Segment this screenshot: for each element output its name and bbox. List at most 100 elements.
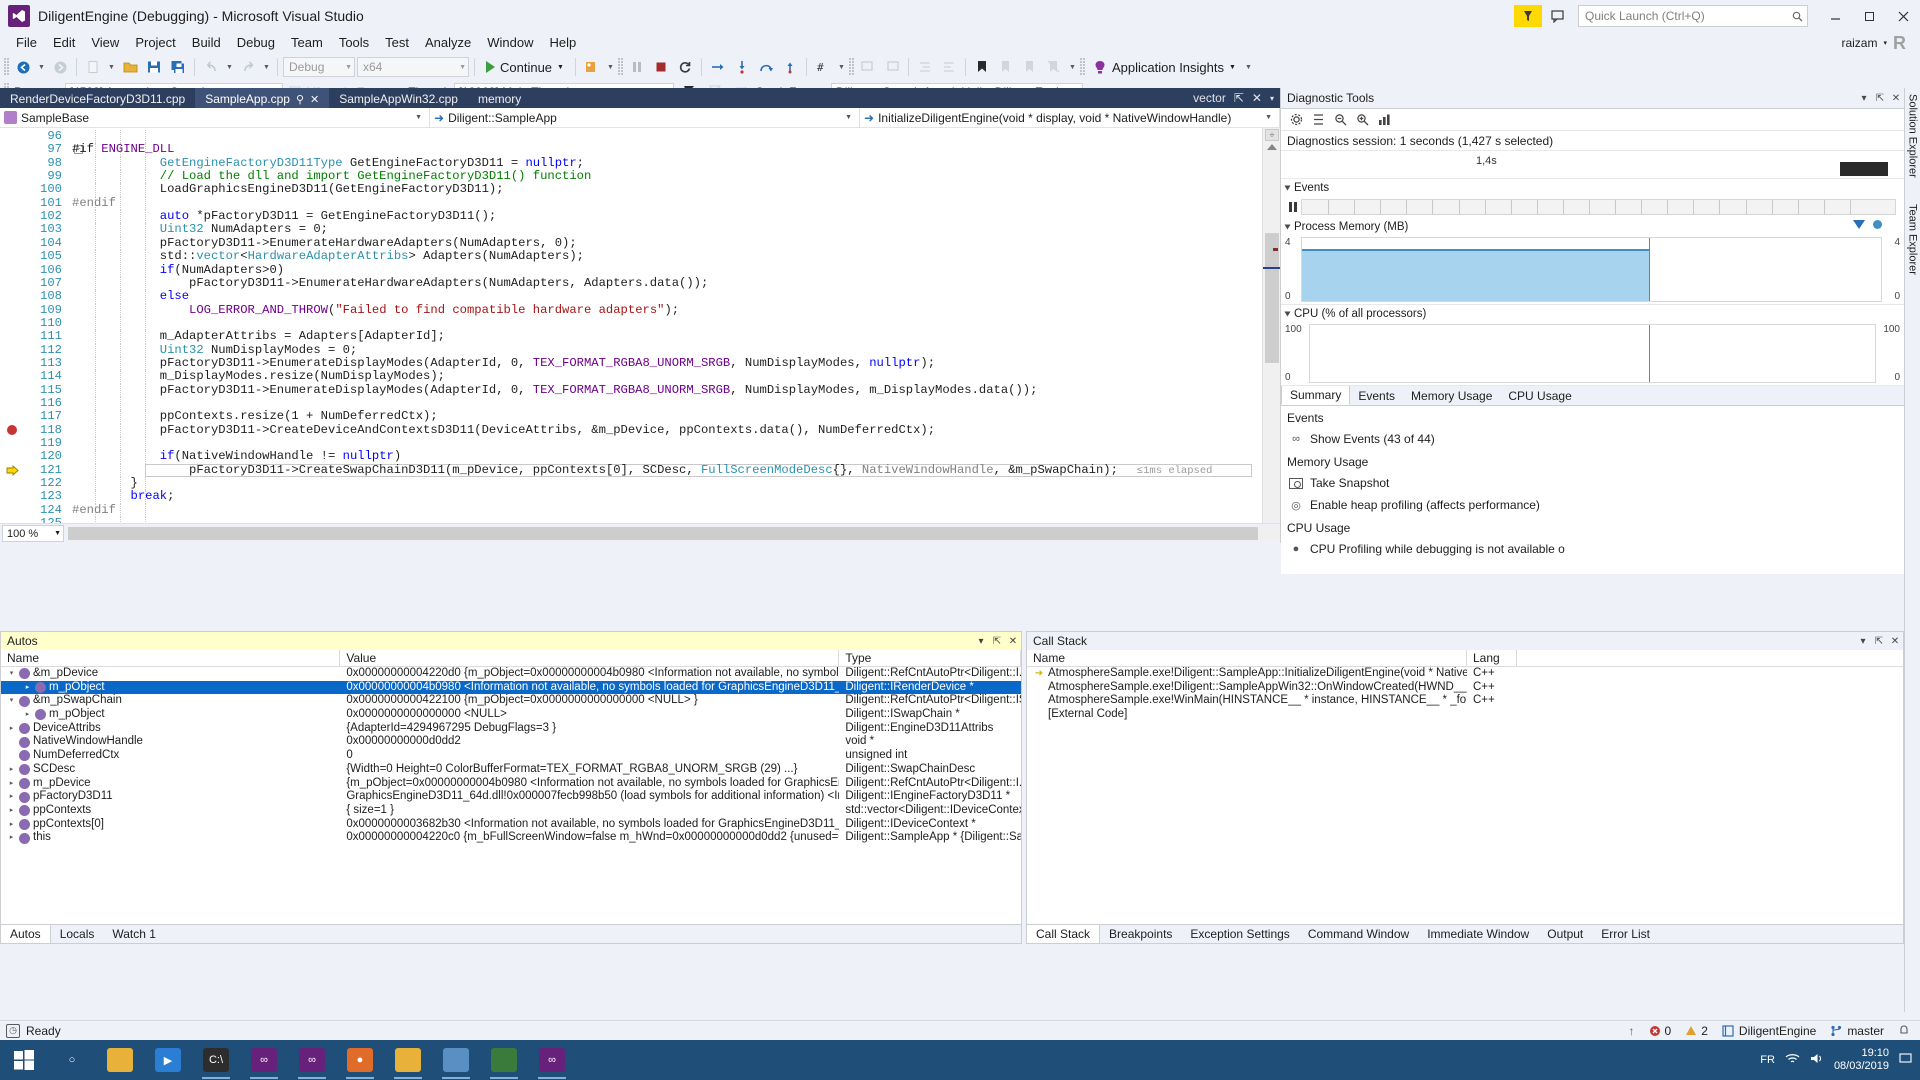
menu-item-help[interactable]: Help (542, 32, 585, 54)
status-errors[interactable]: 0 (1649, 1024, 1671, 1038)
taskbar-image-viewer[interactable] (480, 1040, 528, 1080)
maximize-button[interactable] (1852, 1, 1886, 31)
autos-row[interactable]: ▸ m_pObject 0x00000000004b0980 <Informatio… (1, 680, 1021, 695)
hexadecimal-display-icon[interactable]: # (812, 56, 834, 78)
autos-row[interactable]: ▸ this 0x00000000004220c0 {m_bFullScreenWi… (1, 831, 1021, 845)
tray-volume-icon[interactable] (1810, 1052, 1824, 1068)
autos-row[interactable]: NumDeferredCtx 0 unsigned int (1, 749, 1021, 763)
taskbar-folder[interactable] (384, 1040, 432, 1080)
autos-row[interactable]: ▸ ppContexts { size=1 } std::vector<Diligen… (1, 804, 1021, 818)
autos-row[interactable]: ▾ &m_pSwapChain 0x0000000000422100 {m_pObj… (1, 694, 1021, 708)
tray-notifications-icon[interactable] (1899, 1052, 1912, 1068)
application-insights-button[interactable]: Application Insights ▼ (1088, 56, 1241, 78)
autos-value-cell[interactable]: 0x0000000003682b30 <Information not avai… (340, 818, 839, 832)
status-add-button[interactable]: ↑ (1629, 1024, 1635, 1038)
autos-row[interactable]: ▸ SCDesc {Width=0 Height=0 ColorBufferForm… (1, 763, 1021, 777)
scroll-up-arrow[interactable] (1267, 144, 1277, 150)
autos-row[interactable]: ▸ pFactoryD3D11 GraphicsEngineD3D11_64d.dl… (1, 790, 1021, 804)
open-file-icon[interactable] (119, 56, 141, 78)
autos-value-cell[interactable]: 0 (340, 749, 839, 763)
stop-icon[interactable] (650, 56, 672, 78)
taskbar-visual-studio-3[interactable]: ∞ (528, 1040, 576, 1080)
menu-item-test[interactable]: Test (377, 32, 417, 54)
panel-tab-call-stack[interactable]: Call Stack (1027, 925, 1101, 943)
menu-item-edit[interactable]: Edit (45, 32, 83, 54)
save-all-icon[interactable] (167, 56, 189, 78)
close-button[interactable] (1886, 1, 1920, 31)
continue-button[interactable]: Continue ▼ (480, 56, 570, 78)
cpu-section-header[interactable]: CPU (% of all processors) (1281, 305, 1904, 322)
code-line-104[interactable]: 104 pFactoryD3D11->EnumerateHardwareAdap… (0, 236, 1262, 251)
menu-item-window[interactable]: Window (479, 32, 541, 54)
panel-tab-immediate-window[interactable]: Immediate Window (1418, 925, 1538, 943)
taskbar-browser[interactable]: ● (336, 1040, 384, 1080)
undo-dropdown[interactable]: ▼ (224, 56, 235, 78)
code-line-103[interactable]: 103 Uint32 NumAdapters = 0; (0, 223, 1262, 237)
application-insights-overflow[interactable]: ▼ (1243, 56, 1254, 78)
navigate-back-dropdown[interactable]: ▼ (36, 56, 47, 78)
show-events-link[interactable]: ∞ Show Events (43 of 44) (1281, 428, 1904, 450)
expander-icon[interactable]: ▸ (7, 763, 16, 777)
take-snapshot-link[interactable]: Take Snapshot (1281, 472, 1904, 494)
code-line-113[interactable]: 113 pFactoryD3D11->EnumerateDisplayModes… (0, 356, 1262, 371)
select-tools-icon[interactable] (1308, 111, 1328, 129)
call-stack-rows[interactable]: ➜ AtmosphereSample.exe!Diligent::SampleAp… (1027, 667, 1903, 923)
dock-tab-solution-explorer[interactable]: Solution Explorer (1907, 94, 1919, 178)
uncomment-icon[interactable] (881, 56, 903, 78)
taskbar-visual-studio-1[interactable]: ∞ (240, 1040, 288, 1080)
zoom-out-icon[interactable] (1330, 111, 1350, 129)
status-repository[interactable]: DiligentEngine (1722, 1024, 1816, 1038)
nav-member-select[interactable]: ➜ InitializeDiligentEngine(void * displa… (860, 107, 1280, 128)
panel-tab-breakpoints[interactable]: Breakpoints (1100, 925, 1181, 943)
new-item-icon[interactable] (82, 56, 104, 78)
expander-icon[interactable]: ▾ (7, 694, 16, 708)
autos-value-cell[interactable]: 0x00000000004220d0 {m_pObject=0x00000000… (340, 667, 839, 681)
expander-icon[interactable]: ▾ (7, 667, 16, 681)
code-line-124[interactable]: 124 #endif (0, 503, 1262, 518)
menu-item-build[interactable]: Build (184, 32, 229, 54)
windows-start-icon[interactable] (0, 1040, 48, 1080)
minimize-icon[interactable]: ▾ (1856, 93, 1872, 104)
nav-project-select[interactable]: SampleBase ▼ (0, 107, 430, 128)
autos-column-name[interactable]: Name (1, 650, 341, 666)
code-line-106[interactable]: 106 if(NumAdapters>0) (0, 263, 1262, 277)
pin-icon[interactable]: ⚲ (296, 93, 304, 106)
chart-icon[interactable] (1374, 111, 1394, 129)
editor-tab-0[interactable]: RenderDeviceFactoryD3D11.cpp (0, 88, 195, 108)
expander-icon[interactable]: ▸ (7, 804, 16, 818)
code-line-123[interactable]: 123 break; (0, 490, 1262, 504)
restore-window-icon[interactable]: ⇱ (1234, 91, 1244, 105)
bookmarks-dropdown[interactable]: ▼ (1067, 56, 1078, 78)
user-avatar[interactable]: R (1893, 33, 1910, 54)
toolbar-grip[interactable] (4, 58, 10, 76)
status-notifications[interactable] (1898, 1024, 1910, 1037)
code-line-96[interactable]: 96 (0, 129, 1262, 144)
close-icon-callstack[interactable]: ✕ (1887, 636, 1903, 647)
code-line-98[interactable]: 98 GetEngineFactoryD3D11Type GetEngineFa… (0, 156, 1262, 171)
minimize-icon-callstack[interactable]: ▾ (1855, 636, 1871, 647)
pin-icon[interactable]: ⇱ (1872, 93, 1888, 104)
autos-value-cell[interactable]: {m_pObject=0x00000000004b0980 <Informati… (340, 777, 839, 791)
zoom-level-select[interactable]: 100 % ▼ (2, 525, 64, 542)
code-line-118[interactable]: 118 pFactoryD3D11->CreateDeviceAndContex… (0, 423, 1262, 438)
expander-icon[interactable]: ▸ (7, 777, 16, 791)
menu-item-tools[interactable]: Tools (331, 32, 377, 54)
autos-rows[interactable]: ▾ &m_pDevice 0x00000000004220d0 {m_pObject… (1, 667, 1021, 923)
menu-item-file[interactable]: File (8, 32, 45, 54)
autos-value-cell[interactable]: 0x00000000000d0dd2 (340, 735, 839, 749)
autos-row[interactable]: NativeWindowHandle 0x00000000000d0dd2 void… (1, 735, 1021, 749)
redo-dropdown[interactable]: ▼ (261, 56, 272, 78)
autos-value-cell[interactable]: { size=1 } (340, 804, 839, 818)
menu-item-view[interactable]: View (83, 32, 127, 54)
code-line-116[interactable]: 116 (0, 396, 1262, 411)
pin-icon-callstack[interactable]: ⇱ (1871, 636, 1887, 647)
code-line-109[interactable]: 109 LOG_ERROR_AND_THROW("Failed to find … (0, 303, 1262, 317)
autos-value-cell[interactable]: 0x0000000000422100 {m_pObject=0x00000000… (340, 694, 839, 708)
clear-bookmarks-icon[interactable] (1043, 56, 1065, 78)
call-stack-row[interactable]: AtmosphereSample.exe!Diligent::SampleApp… (1027, 681, 1903, 695)
gear-icon[interactable] (1286, 111, 1306, 129)
editor-tab-2[interactable]: SampleAppWin32.cpp (329, 88, 468, 108)
taskbar-visual-studio-2[interactable]: ∞ (288, 1040, 336, 1080)
taskbar-app[interactable] (432, 1040, 480, 1080)
toolbar-grip-4[interactable] (1079, 58, 1086, 76)
